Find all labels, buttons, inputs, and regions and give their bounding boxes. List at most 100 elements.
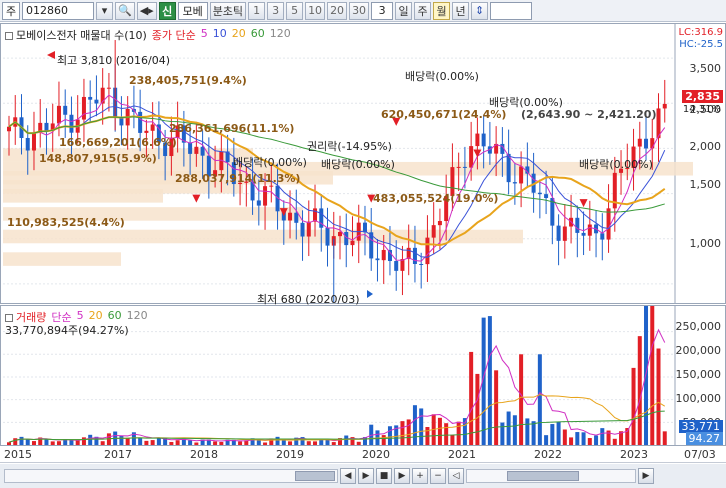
period-1-button[interactable]: 1 (248, 1, 266, 20)
tick-mode-button[interactable]: 분초틱 (209, 1, 247, 20)
candle-body (544, 194, 549, 199)
zoom-thumb[interactable] (507, 471, 579, 481)
candle-body (150, 124, 155, 131)
volume-bar (306, 441, 311, 445)
last-volume-pct-tag: 94.27 (685, 432, 723, 445)
zoom-in-icon[interactable]: + (412, 468, 428, 484)
x-tick-label: 2017 (104, 448, 132, 461)
chart-scrollbar[interactable]: ◀ ▶ ■ ▶ + − ◁ ▶ (0, 464, 726, 488)
candle-body (7, 126, 11, 132)
volume-bar (150, 440, 155, 445)
candle-body (69, 114, 74, 133)
volume-bar (25, 439, 30, 445)
scroll-left-icon[interactable]: ◀ (340, 468, 356, 484)
period-20-button[interactable]: 20 (327, 1, 348, 20)
scroll-thumb[interactable] (295, 471, 335, 481)
dropdown-icon[interactable]: ▾ (96, 1, 113, 20)
volume-bar (31, 441, 36, 445)
volume-bar (525, 418, 530, 445)
dividend-label: 배당락(0.00%) (405, 70, 479, 83)
volume-bar (356, 441, 361, 445)
candle-body (25, 137, 30, 151)
candle-body (469, 146, 474, 168)
legend-box-icon (5, 32, 13, 40)
candle-body (512, 182, 517, 184)
scroll-track[interactable] (4, 469, 338, 483)
timeframe-day-button[interactable]: 일 (395, 1, 413, 20)
zoom-right-icon[interactable]: ▶ (638, 468, 654, 484)
volume-bar (519, 354, 524, 445)
volume-bar (544, 435, 549, 445)
volume-bar (144, 440, 149, 445)
candle-body (88, 96, 93, 100)
timeframe-year-button[interactable]: 년 (452, 1, 470, 20)
candle-body (394, 261, 399, 271)
zoom-out-icon[interactable]: − (430, 468, 446, 484)
candle-body (456, 166, 461, 168)
candle-body (294, 212, 299, 223)
candle-body (313, 208, 318, 222)
candle-body (581, 232, 586, 236)
candle-body (63, 105, 68, 115)
band-label: 288,037,914(11.3%) (175, 172, 301, 185)
low-arrow-icon (367, 290, 373, 298)
zoom-track[interactable] (466, 469, 636, 483)
volume-bar (637, 336, 642, 445)
candle-body (637, 138, 642, 147)
volume-bar (437, 417, 442, 445)
stock-code-input[interactable]: 012860 (22, 1, 94, 20)
price-pane[interactable]: 모베이스전자 매물대 수(10) 종가 단순 5 10 20 60 120 LC… (0, 23, 726, 306)
volume-bar (537, 354, 542, 445)
volume-bar (631, 367, 636, 445)
volume-bar (381, 435, 386, 445)
volume-bar (81, 437, 86, 445)
stop-icon[interactable]: ■ (376, 468, 392, 484)
period-30-button[interactable]: 30 (349, 1, 370, 20)
market-prefix[interactable]: 주 (2, 1, 20, 20)
period-10-button[interactable]: 10 (305, 1, 326, 20)
updown-arrow-icon[interactable]: ⇕ (471, 1, 489, 20)
dividend-arrow-icon (192, 194, 201, 203)
volume-bar (13, 438, 18, 445)
search-icon[interactable]: 🔍 (115, 1, 135, 20)
volume-bar (550, 424, 555, 445)
extra-input[interactable] (490, 1, 533, 20)
candle-body (375, 258, 380, 261)
period-3-button[interactable]: 3 (267, 1, 285, 20)
band-label: 620,450,671(24.4%) (381, 108, 507, 121)
volume-bar (562, 429, 567, 445)
candle-body (419, 263, 424, 265)
candle-body (269, 185, 274, 187)
volume-bar (213, 441, 218, 445)
reset-icon[interactable]: ◁ (448, 468, 464, 484)
play-icon[interactable]: ▶ (358, 468, 374, 484)
volume-bar (238, 441, 243, 445)
x-last-label: 07/03 (684, 448, 716, 461)
volume-bar (444, 423, 449, 445)
candle-body (300, 222, 305, 237)
signal-button[interactable]: 신 (158, 1, 176, 20)
y-tick-label: 2,000 (689, 140, 722, 153)
ma-legend-title: 종가 단순 (151, 29, 196, 42)
candle-body (188, 142, 193, 154)
volume-bar (125, 437, 130, 445)
volume-bar (88, 434, 93, 445)
stock-name: 모베 (177, 1, 208, 20)
dividend-label: 배당락(0.00%) (489, 96, 563, 109)
volume-bar (594, 435, 599, 445)
candle-body (437, 221, 442, 226)
candle-body (556, 225, 561, 241)
period-5-button[interactable]: 5 (286, 1, 304, 20)
candle-body (600, 233, 605, 240)
timeframe-month-button[interactable]: 월 (433, 1, 451, 20)
volume-pane[interactable]: 거래량 단순 5 20 60 120 33,770,894주(94.27%) 2… (0, 305, 726, 446)
speaker-icon[interactable]: ◀▸ (136, 1, 157, 20)
timeframe-week-button[interactable]: 주 (414, 1, 432, 20)
current-period-input[interactable]: 3 (371, 1, 394, 20)
volume-bar (56, 441, 61, 445)
volume-bar (475, 373, 480, 445)
scroll-right-icon[interactable]: ▶ (394, 468, 410, 484)
volume-bar (569, 437, 574, 445)
band-label: 148,807,915(5.9%) (39, 152, 157, 165)
candle-body (400, 259, 405, 271)
